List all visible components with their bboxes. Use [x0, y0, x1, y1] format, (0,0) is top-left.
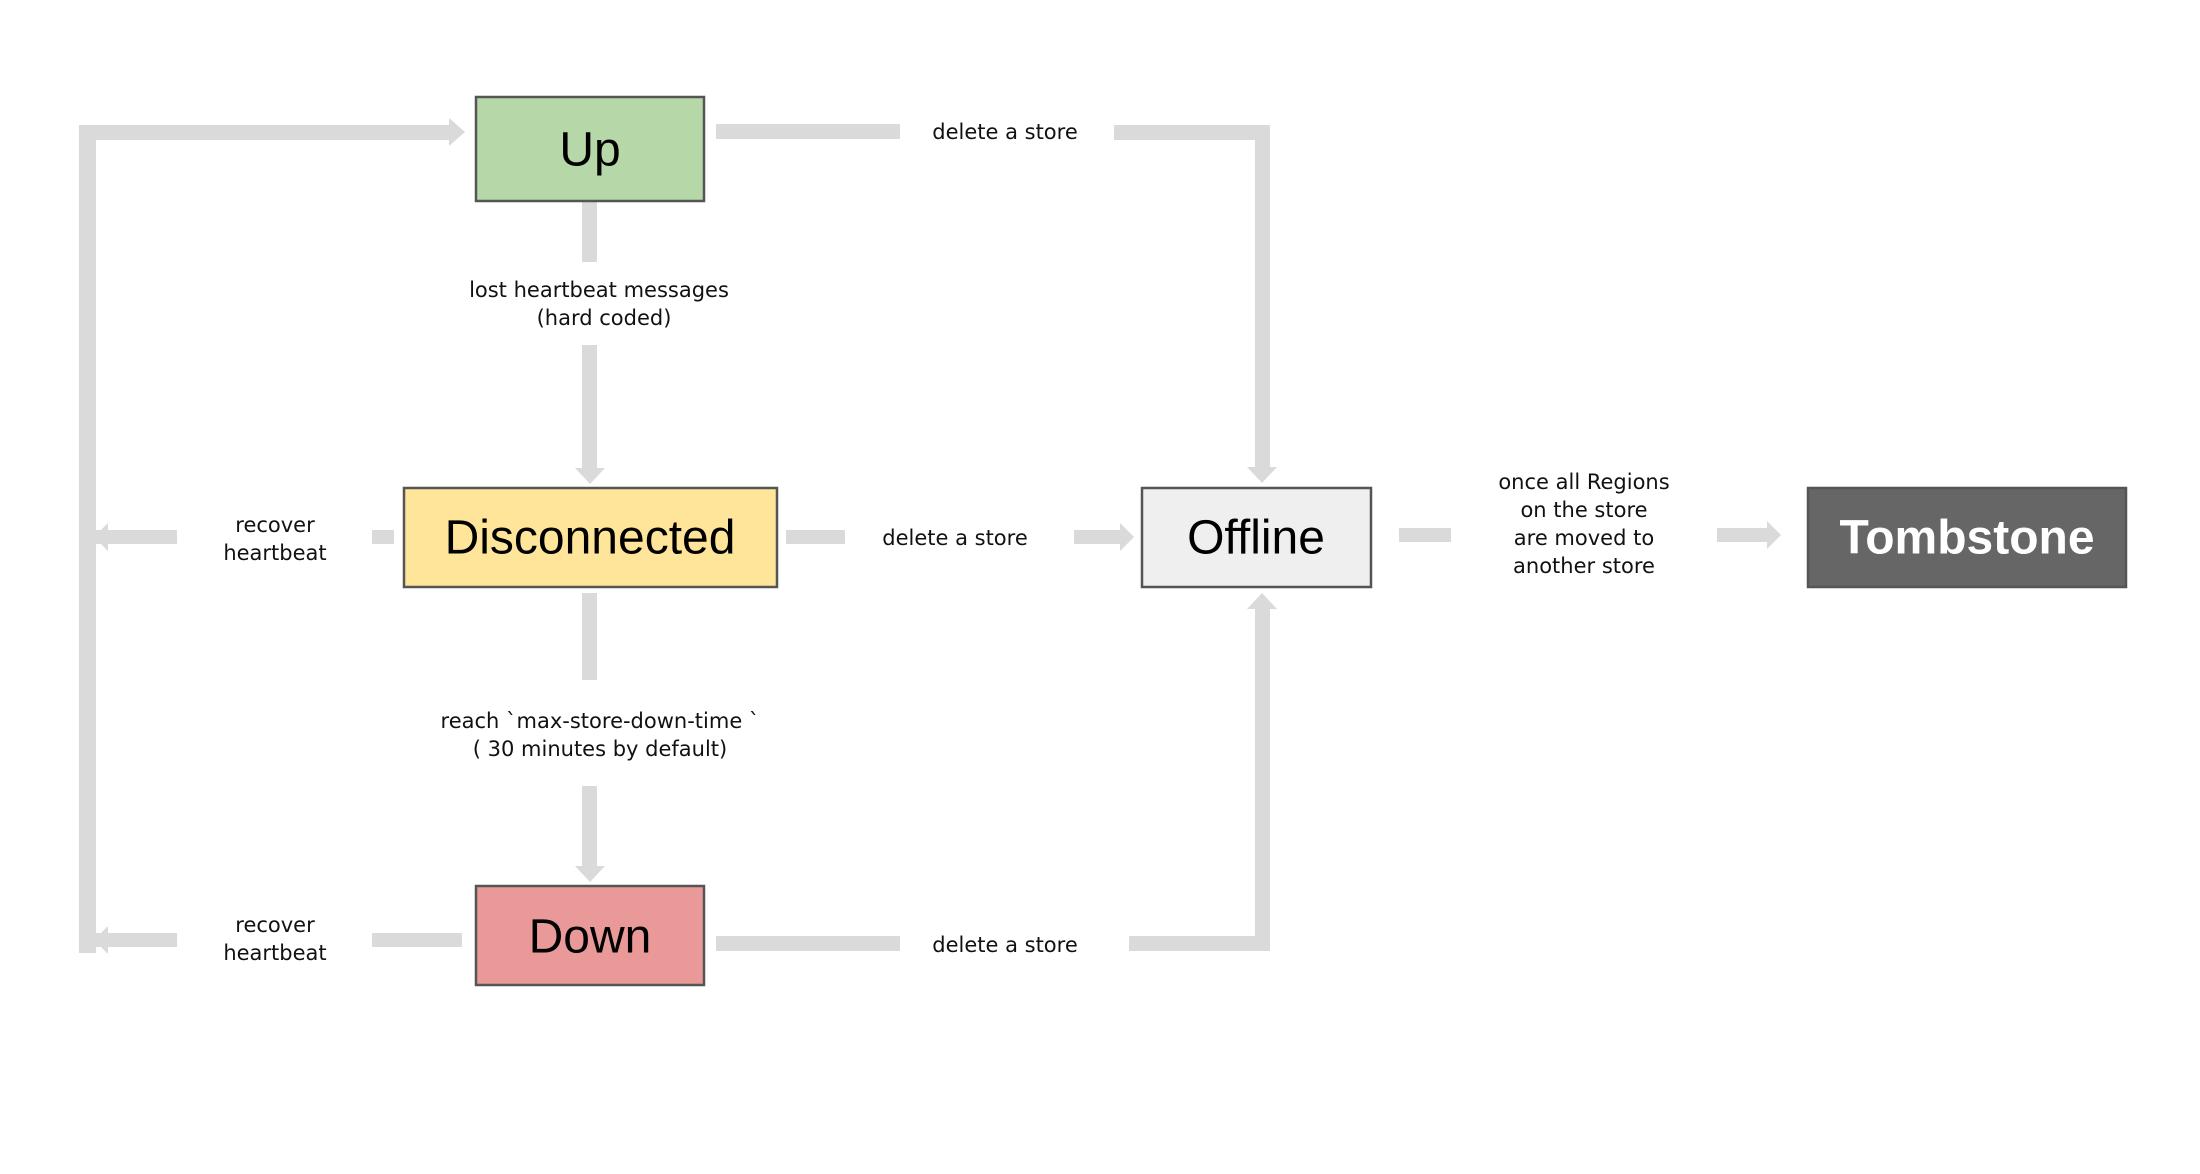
label-disconnected-recover-2: heartbeat — [223, 541, 326, 565]
label-down-delete: delete a store — [932, 933, 1078, 957]
arrowhead-into-offline-top — [1247, 467, 1277, 483]
state-up: Up — [474, 95, 706, 203]
label-offline-to-tombstone-1: once all Regions — [1498, 470, 1669, 494]
up-delete-left — [716, 124, 900, 139]
state-tombstone: Tombstone — [1806, 486, 2128, 589]
state-disconnected-label: Disconnected — [445, 512, 736, 565]
arrowhead-into-down — [575, 866, 605, 882]
label-down-recover-1: recover — [235, 913, 315, 937]
label-disconnected-to-down-2: ( 30 minutes by default) — [473, 737, 727, 761]
recover-arrow-disconnected-right — [372, 530, 394, 544]
up-delete-vertical — [1255, 125, 1270, 470]
arrowhead-into-offline-bottom — [1247, 593, 1277, 609]
up-to-disconnected-bottom — [582, 345, 597, 470]
state-disconnected: Disconnected — [402, 486, 779, 589]
disconnected-delete-right — [1074, 530, 1122, 544]
state-up-label: Up — [559, 124, 620, 177]
disconnected-to-down-top — [582, 593, 597, 680]
label-disconnected-to-down-1: reach `max-store-down-time ` — [441, 709, 760, 733]
label-up-delete: delete a store — [932, 120, 1078, 144]
down-delete-vertical — [1255, 607, 1270, 951]
state-down-label: Down — [529, 911, 652, 964]
label-down-recover-2: heartbeat — [223, 941, 326, 965]
offline-to-tombstone-left — [1399, 528, 1451, 542]
arrowhead-into-offline-left — [1120, 523, 1134, 551]
arrowhead-into-tombstone — [1767, 521, 1781, 549]
recover-arrowhead-down — [94, 926, 108, 954]
store-state-diagram: Up Disconnected Down Offline Tombstone l… — [0, 0, 2200, 1174]
state-offline: Offline — [1140, 486, 1373, 589]
offline-to-tombstone-right — [1717, 528, 1769, 542]
label-offline-to-tombstone-3: are moved to — [1514, 526, 1654, 550]
label-disconnected-delete: delete a store — [882, 526, 1028, 550]
arrowhead-into-disconnected — [575, 468, 605, 484]
disconnected-to-down-bottom — [582, 786, 597, 868]
left-loop-vertical — [79, 125, 96, 953]
state-tombstone-label: Tombstone — [1839, 512, 2094, 565]
recover-arrow-down-right — [372, 933, 462, 947]
state-down: Down — [474, 884, 706, 987]
disconnected-delete-left — [786, 530, 845, 544]
label-up-to-disconnected-2: (hard coded) — [537, 306, 672, 330]
label-offline-to-tombstone-2: on the store — [1520, 498, 1647, 522]
arrowhead-into-up — [449, 118, 465, 146]
label-offline-to-tombstone-4: another store — [1513, 554, 1655, 578]
recover-arrow-disconnected-left — [96, 530, 177, 544]
down-delete-right — [1129, 936, 1270, 951]
recover-arrowhead-disconnected — [94, 523, 108, 551]
up-to-disconnected-top — [582, 194, 597, 262]
diagram-canvas: Up Disconnected Down Offline Tombstone l… — [79, 95, 2128, 987]
left-loop-top — [79, 125, 451, 140]
label-up-to-disconnected-1: lost heartbeat messages — [469, 278, 729, 302]
up-delete-right — [1114, 125, 1270, 140]
recover-arrow-down-left — [96, 933, 177, 947]
label-disconnected-recover-1: recover — [235, 513, 315, 537]
state-offline-label: Offline — [1187, 512, 1325, 565]
down-delete-left — [716, 936, 900, 951]
